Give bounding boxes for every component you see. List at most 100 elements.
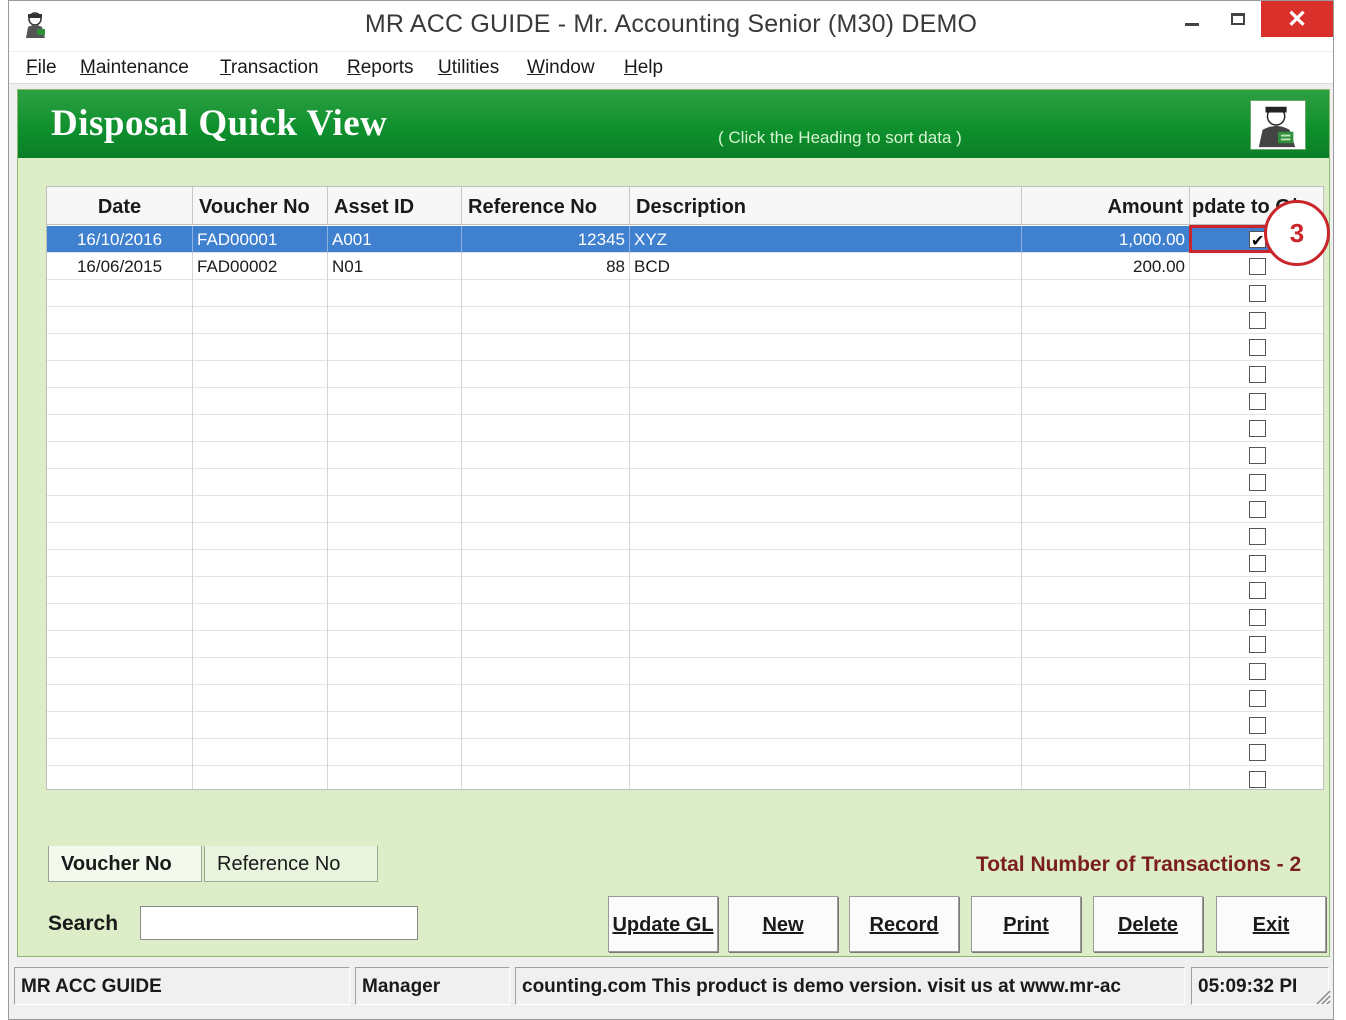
title-bar[interactable]: MR ACC GUIDE - Mr. Accounting Senior (M3…: [9, 1, 1333, 51]
cell-desc: [630, 415, 1022, 442]
menu-utilities[interactable]: Utilities: [438, 57, 499, 79]
cell-update: [1190, 550, 1323, 577]
empty-table-row[interactable]: [47, 550, 1323, 577]
empty-table-row[interactable]: [47, 334, 1323, 361]
menu-maintenance[interactable]: Maintenance: [80, 57, 189, 79]
cell-asset: N01: [328, 253, 462, 280]
cell-desc: [630, 307, 1022, 334]
update-gl-checkbox[interactable]: [1249, 608, 1266, 626]
update-gl-checkbox[interactable]: [1249, 257, 1266, 275]
empty-table-row[interactable]: [47, 496, 1323, 523]
empty-table-row[interactable]: [47, 712, 1323, 739]
update-gl-checkbox[interactable]: [1249, 662, 1266, 680]
menu-reports[interactable]: Reports: [347, 57, 414, 79]
cell-desc: BCD: [630, 253, 1022, 280]
search-input[interactable]: [140, 906, 418, 940]
cell-asset: [328, 685, 462, 712]
empty-table-row[interactable]: [47, 658, 1323, 685]
update-gl-checkbox[interactable]: [1249, 284, 1266, 302]
cell-date: [47, 334, 193, 361]
delete-button[interactable]: Delete: [1093, 896, 1203, 952]
panel-header: Disposal Quick View ( Click the Heading …: [18, 90, 1329, 158]
cell-voucher: [193, 415, 328, 442]
update-gl-checkbox[interactable]: [1249, 419, 1266, 437]
update-gl-checkbox[interactable]: [1249, 392, 1266, 410]
close-button[interactable]: ✕: [1261, 1, 1333, 37]
column-header-amount[interactable]: Amount: [1022, 187, 1190, 225]
table-row[interactable]: 16/06/2015 FAD00002 N01 88 BCD 200.00: [47, 253, 1323, 280]
tab-reference-no[interactable]: Reference No: [204, 846, 378, 882]
cell-date: [47, 415, 193, 442]
cell-voucher: [193, 307, 328, 334]
menu-help[interactable]: Help: [624, 57, 663, 79]
empty-table-row[interactable]: [47, 442, 1323, 469]
column-header-date[interactable]: Date: [47, 187, 193, 225]
empty-table-row[interactable]: [47, 388, 1323, 415]
cell-ref: [462, 442, 630, 469]
cell-date: 16/06/2015: [47, 253, 193, 280]
empty-table-row[interactable]: [47, 523, 1323, 550]
update-gl-checkbox[interactable]: [1249, 554, 1266, 572]
tab-voucher-no[interactable]: Voucher No: [48, 846, 202, 882]
cell-date: [47, 766, 193, 789]
update-gl-checkbox[interactable]: [1249, 446, 1266, 464]
empty-table-row[interactable]: [47, 631, 1323, 658]
empty-table-row[interactable]: [47, 280, 1323, 307]
update-gl-checkbox[interactable]: [1249, 743, 1266, 761]
menu-transaction[interactable]: Transaction: [220, 57, 319, 79]
empty-table-row[interactable]: [47, 307, 1323, 334]
menu-file[interactable]: File: [26, 57, 57, 79]
update-gl-checkbox[interactable]: [1249, 311, 1266, 329]
empty-table-row[interactable]: [47, 577, 1323, 604]
window-title: MR ACC GUIDE - Mr. Accounting Senior (M3…: [364, 10, 978, 38]
column-header-reference-no[interactable]: Reference No: [462, 187, 630, 225]
cell-update: [1190, 658, 1323, 685]
resize-grip-icon[interactable]: [1313, 987, 1331, 1005]
column-header-voucher-no[interactable]: Voucher No: [193, 187, 328, 225]
cell-voucher: FAD00002: [193, 253, 328, 280]
empty-table-row[interactable]: [47, 604, 1323, 631]
update-gl-checkbox[interactable]: [1249, 365, 1266, 383]
minimize-button[interactable]: [1169, 1, 1215, 37]
update-gl-checkbox[interactable]: [1249, 500, 1266, 518]
cell-desc: [630, 712, 1022, 739]
menu-file-rest: ile: [37, 57, 57, 78]
update-gl-checkbox[interactable]: [1249, 338, 1266, 356]
menu-bar: File Maintenance Transaction Reports Uti…: [9, 52, 1333, 84]
update-gl-checkbox[interactable]: [1249, 689, 1266, 707]
status-app-name: MR ACC GUIDE: [14, 967, 350, 1005]
column-header-asset-id[interactable]: Asset ID: [328, 187, 462, 225]
cell-amount: [1022, 766, 1190, 789]
cell-amount: [1022, 604, 1190, 631]
record-button[interactable]: Record: [849, 896, 959, 952]
maximize-button[interactable]: [1215, 1, 1261, 37]
update-gl-checkbox[interactable]: [1249, 581, 1266, 599]
cell-ref: [462, 496, 630, 523]
empty-table-row[interactable]: [47, 415, 1323, 442]
cell-asset: [328, 577, 462, 604]
exit-button[interactable]: Exit: [1216, 896, 1326, 952]
update-gl-checkbox[interactable]: [1249, 473, 1266, 491]
print-button[interactable]: Print: [971, 896, 1081, 952]
empty-table-row[interactable]: [47, 739, 1323, 766]
update-gl-checkbox[interactable]: [1249, 716, 1266, 734]
empty-table-row[interactable]: [47, 469, 1323, 496]
empty-table-row[interactable]: [47, 361, 1323, 388]
empty-table-row[interactable]: [47, 766, 1323, 789]
update-gl-button[interactable]: Update GL: [608, 896, 718, 952]
update-gl-checkbox[interactable]: [1249, 635, 1266, 653]
cell-ref: [462, 766, 630, 789]
cell-asset: [328, 550, 462, 577]
update-gl-checkbox[interactable]: [1249, 770, 1266, 788]
column-header-description[interactable]: Description: [630, 187, 1022, 225]
cell-asset: [328, 496, 462, 523]
empty-table-row[interactable]: [47, 685, 1323, 712]
cell-ref: [462, 415, 630, 442]
table-row[interactable]: 16/10/2016 FAD00001 A001 12345 XYZ 1,000.00: [47, 226, 1323, 253]
cell-update: [1190, 388, 1323, 415]
update-gl-checkbox[interactable]: [1249, 527, 1266, 545]
menu-window[interactable]: Window: [527, 57, 595, 79]
cell-ref: [462, 550, 630, 577]
new-button[interactable]: New: [728, 896, 838, 952]
grid-header-row: Date Voucher No Asset ID Reference No De…: [47, 187, 1323, 225]
